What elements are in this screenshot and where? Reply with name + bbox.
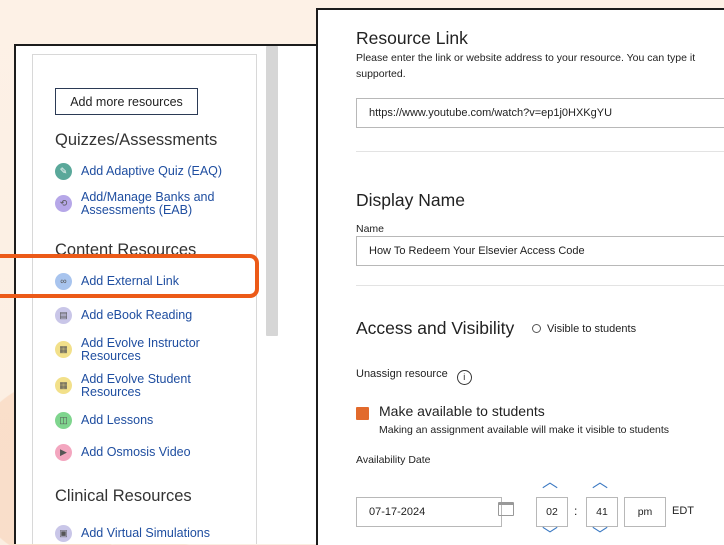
minute-up-chevron-icon[interactable]: ︿ (592, 475, 608, 491)
hour-up-chevron-icon[interactable]: ︿ (542, 475, 558, 491)
quiz-icon: ✎ (55, 163, 72, 180)
book-icon: ▤ (55, 307, 72, 324)
resource-link-help: Please enter the link or website address… (356, 52, 696, 64)
evolve-instructor-icon: ▦ (55, 341, 72, 359)
add-lessons-link[interactable]: ◫ Add Lessons (55, 412, 153, 429)
add-evolve-instructor-label: Add Evolve Instructor Resources (81, 336, 200, 363)
time-separator: : (574, 504, 578, 518)
resource-link-input[interactable]: https://www.youtube.com/watch?v=ep1j0HXK… (356, 98, 724, 128)
hour-down-chevron-icon[interactable]: ﹀ (542, 528, 558, 544)
add-osmosis-video-link[interactable]: ▶ Add Osmosis Video (55, 444, 191, 461)
add-lessons-label: Add Lessons (81, 413, 154, 428)
add-adaptive-quiz-label: Add Adaptive Quiz (EAQ) (81, 164, 223, 179)
add-osmosis-video-label: Add Osmosis Video (81, 445, 191, 460)
add-ebook-reading-link[interactable]: ▤ Add eBook Reading (55, 307, 192, 324)
sidebar-scrollbar[interactable] (266, 46, 278, 336)
name-input[interactable]: How To Redeem Your Elsevier Access Code (356, 236, 724, 266)
add-evolve-instructor-link[interactable]: ▦ Add Evolve Instructor Resources (55, 337, 205, 363)
quizzes-section-title: Quizzes/Assessments (55, 131, 218, 149)
evolve-student-icon: ▦ (55, 377, 72, 395)
info-icon[interactable]: i (456, 370, 472, 386)
lessons-icon: ◫ (55, 412, 72, 429)
calendar-icon[interactable] (498, 502, 514, 516)
visible-to-students-label: Visible to students (547, 323, 637, 335)
resources-list-container: Add more resources Quizzes/Assessments ✎… (32, 54, 257, 544)
resource-link-title: Resource Link (356, 28, 468, 48)
make-available-label: Make available to students (379, 403, 545, 419)
add-more-resources-button[interactable]: Add more resources (55, 88, 198, 115)
bank-icon: ⟲ (55, 195, 72, 213)
simulation-icon: ▣ (55, 525, 72, 542)
resource-link-help-cont: supported. (356, 68, 406, 80)
minute-input[interactable]: 41 (586, 497, 618, 527)
add-evolve-student-link[interactable]: ▦ Add Evolve Student Resources (55, 373, 205, 399)
divider (356, 285, 724, 286)
display-name-title: Display Name (356, 190, 465, 210)
clinical-section-title: Clinical Resources (55, 487, 192, 505)
availability-date-input[interactable]: 07-17-2024 (356, 497, 502, 527)
divider (356, 151, 724, 152)
add-manage-banks-link[interactable]: ⟲ Add/Manage Banks and Assessments (EAB) (55, 191, 215, 217)
video-icon: ▶ (55, 444, 72, 461)
hour-input[interactable]: 02 (536, 497, 568, 527)
minute-down-chevron-icon[interactable]: ﹀ (592, 528, 608, 544)
unassign-resource-label: Unassign resource (356, 368, 448, 380)
resource-form-panel: Resource Link Please enter the link or w… (316, 8, 724, 545)
ampm-input[interactable]: pm (624, 497, 666, 527)
availability-date-label: Availability Date (356, 454, 431, 466)
timezone-label: EDT (672, 505, 694, 517)
make-available-help: Making an assignment available will make… (379, 424, 670, 436)
make-available-checkbox[interactable] (356, 407, 369, 420)
add-adaptive-quiz-link[interactable]: ✎ Add Adaptive Quiz (EAQ) (55, 163, 222, 180)
add-manage-banks-label: Add/Manage Banks and Assessments (EAB) (81, 190, 215, 217)
highlight-box (0, 254, 259, 298)
add-ebook-reading-label: Add eBook Reading (81, 308, 193, 323)
eye-icon (532, 324, 541, 333)
add-evolve-student-label: Add Evolve Student Resources (81, 372, 191, 399)
access-visibility-title: Access and Visibility (356, 318, 515, 338)
unassign-resource-row: Unassign resource i (356, 366, 472, 386)
add-virtual-simulations-link[interactable]: ▣ Add Virtual Simulations (55, 525, 210, 542)
visible-to-students-badge: Visible to students (532, 321, 636, 338)
add-virtual-simulations-label: Add Virtual Simulations (81, 526, 211, 541)
